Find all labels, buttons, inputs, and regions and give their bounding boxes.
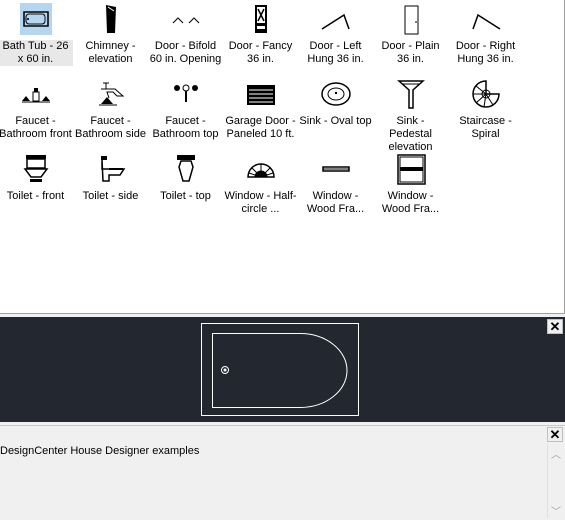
palette-item-label: Toilet - top	[160, 190, 211, 202]
palette-item-label: Bath Tub - 26 x 60 in.	[0, 40, 73, 66]
toilet-front-icon	[23, 155, 48, 182]
door-left-icon	[321, 13, 350, 30]
palette-item-label: Door - Fancy 36 in.	[228, 40, 293, 65]
toilet-top-icon	[176, 155, 195, 182]
palette-item[interactable]: Door - Fancy 36 in.	[223, 3, 298, 66]
bathtub-preview	[201, 323, 359, 416]
palette-item-label: Window - Wood Fra...	[381, 190, 440, 215]
palette-item-label: Toilet - front	[6, 190, 65, 202]
palette-item[interactable]: Faucet - Bathroom side	[73, 78, 148, 141]
door-plain-icon	[404, 5, 418, 35]
door-right-icon	[471, 13, 500, 30]
palette-item[interactable]: Toilet - side	[73, 153, 148, 203]
bathtub-icon	[19, 3, 52, 35]
palette-item[interactable]: Window - Wood Fra...	[298, 153, 373, 216]
palette-item[interactable]: Window - Half-circle ...	[223, 153, 298, 216]
palette-item[interactable]: Sink - Pedestal elevation	[373, 78, 448, 154]
description-text: DesignCenter House Designer examples	[0, 445, 200, 457]
palette-item-label: Faucet - Bathroom top	[152, 115, 219, 140]
palette-item[interactable]: Door - Right Hung 36 in.	[448, 3, 523, 66]
palette-item-label: Sink - Oval top	[299, 115, 372, 127]
faucet-side-icon	[98, 82, 124, 106]
faucet-front-icon	[21, 88, 50, 103]
palette-item[interactable]: Bath Tub - 26 x 60 in.	[0, 3, 73, 66]
palette-item[interactable]: Toilet - top	[148, 153, 223, 203]
preview-pane: ✕	[0, 317, 565, 422]
palette-item[interactable]: Sink - Oval top	[298, 78, 373, 128]
palette-item[interactable]: Chimney - elevation	[73, 3, 148, 66]
palette-item-label: Window - Wood Fra...	[306, 190, 365, 215]
window-wood2-icon	[396, 154, 426, 185]
palette-item-label: Door - Bifold 60 in. Opening	[149, 40, 222, 65]
palette-item[interactable]: Window - Wood Fra...	[373, 153, 448, 216]
staircase-icon	[471, 80, 500, 108]
description-pane: ✕ DesignCenter House Designer examples ︿…	[0, 425, 565, 520]
close-description-button[interactable]: ✕	[547, 427, 563, 442]
garage-door-icon	[246, 85, 275, 105]
palette-item[interactable]: Toilet - front	[0, 153, 73, 203]
toilet-side-icon	[100, 156, 125, 182]
palette-item-label: Sink - Pedestal elevation	[388, 115, 433, 153]
palette-item-label: Faucet - Bathroom front	[0, 115, 72, 140]
palette-item-label: Chimney - elevation	[85, 40, 136, 65]
door-fancy-icon	[254, 5, 267, 33]
palette-item[interactable]: Faucet - Bathroom front	[0, 78, 73, 141]
door-bifold-icon	[172, 17, 199, 24]
sink-oval-icon	[320, 82, 351, 106]
window-wood-icon	[321, 166, 350, 172]
sink-pedestal-icon	[396, 80, 425, 109]
scrollbar[interactable]: ︿ ﹀	[547, 444, 563, 518]
palette-item-label: Toilet - side	[82, 190, 139, 202]
palette-item-label: Door - Left Hung 36 in.	[307, 40, 364, 65]
faucet-top-icon	[173, 84, 198, 102]
palette-item[interactable]: Door - Bifold 60 in. Opening	[148, 3, 223, 66]
palette-item[interactable]: Staircase - Spiral	[448, 78, 523, 141]
palette-item-label: Window - Half-circle ...	[224, 190, 297, 215]
palette-item-label: Garage Door - Paneled 10 ft.	[225, 115, 296, 140]
palette-item[interactable]: Garage Door - Paneled 10 ft.	[223, 78, 298, 141]
palette-item-label: Staircase - Spiral	[459, 115, 512, 140]
palette-item[interactable]: Faucet - Bathroom top	[148, 78, 223, 141]
block-palette: Bath Tub - 26 x 60 in. Chimney - elevatio…	[0, 0, 565, 314]
palette-item[interactable]: Door - Plain 36 in.	[373, 3, 448, 66]
palette-item-label: Faucet - Bathroom side	[75, 115, 146, 140]
chimney-icon	[105, 5, 116, 33]
palette-item-label: Door - Plain 36 in.	[381, 40, 440, 65]
window-halfcircle-icon	[246, 163, 275, 178]
palette-item-label: Door - Right Hung 36 in.	[455, 40, 516, 65]
palette-item[interactable]: Door - Left Hung 36 in.	[298, 3, 373, 66]
